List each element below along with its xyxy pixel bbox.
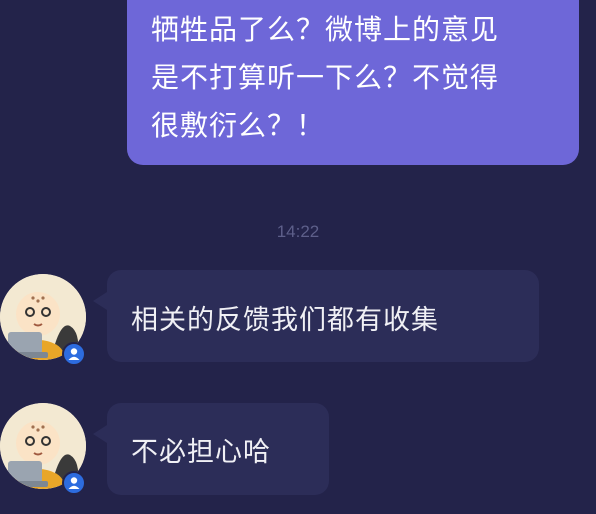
message-line: 牺牲品了么？微博上的意见 — [151, 13, 500, 46]
incoming-message-bubble[interactable]: 相关的反馈我们都有收集 — [93, 270, 539, 362]
message-line: 是不打算听一下么？不觉得 — [151, 61, 500, 94]
user-badge-icon — [62, 342, 86, 366]
chat-view: 牺牲品了么？微博上的意见 是不打算听一下么？不觉得 很敷衍么？！ 14:22 相… — [0, 0, 596, 514]
incoming-message-bubble[interactable]: 不必担心哈 — [93, 403, 329, 495]
outgoing-message-bubble[interactable]: 牺牲品了么？微博上的意见 是不打算听一下么？不觉得 很敷衍么？！ — [127, 0, 579, 165]
message-line: 很敷衍么？！ — [151, 109, 326, 142]
user-badge-icon — [62, 471, 86, 495]
incoming-message: 不必担心哈 — [0, 403, 596, 503]
incoming-message: 相关的反馈我们都有收集 — [0, 270, 596, 370]
message-timestamp: 14:22 — [276, 222, 320, 241]
